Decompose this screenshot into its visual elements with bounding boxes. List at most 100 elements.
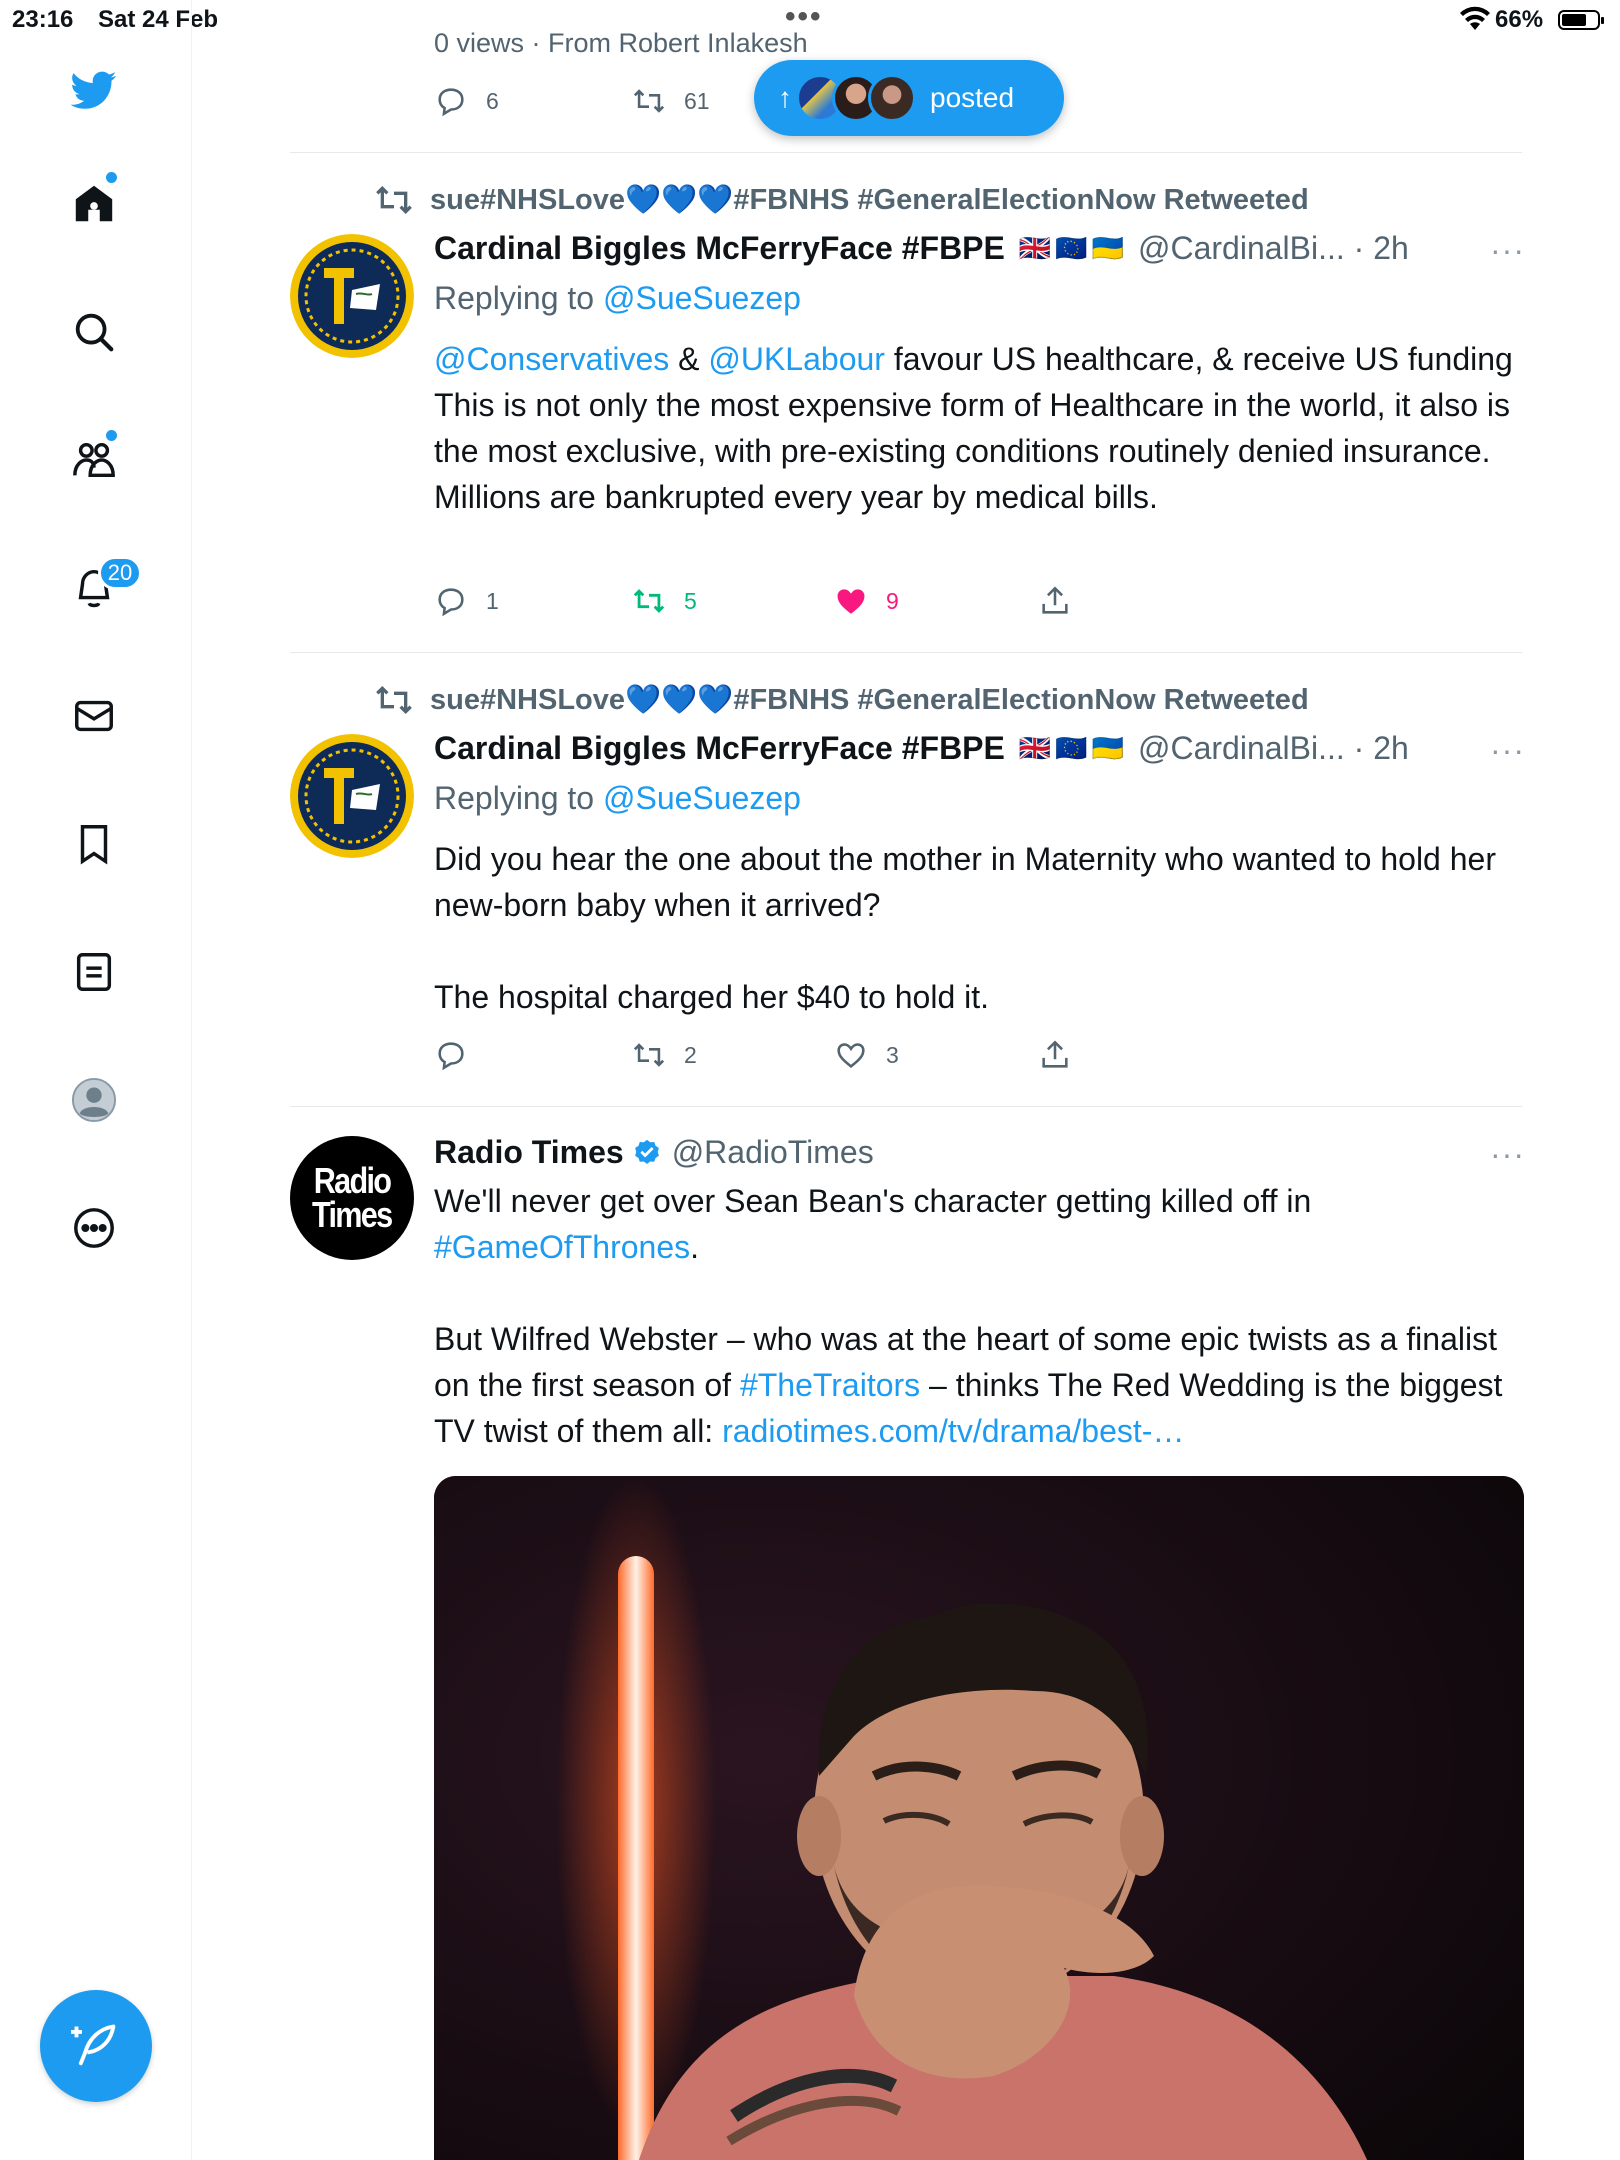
compose-icon [71, 2024, 116, 2066]
reply-icon [438, 588, 464, 617]
author-name[interactable]: Radio Times [434, 1134, 624, 1171]
author-handle[interactable]: @RadioTimes [672, 1134, 874, 1171]
profile-icon[interactable] [66, 1072, 122, 1128]
share-icon [1042, 1040, 1068, 1068]
avatar[interactable]: Radio Times [290, 1136, 414, 1260]
retweeted-by-text: sue#NHSLove💙💙💙#FBNHS #GeneralElectionNow… [430, 684, 1309, 716]
retweet-button[interactable]: 2 [632, 1038, 697, 1072]
author-name[interactable]: Cardinal Biggles McFerryFace #FBPE [434, 230, 1005, 267]
avatar-text: Radio [313, 1160, 392, 1201]
arrow-up-icon: ↑ [778, 82, 792, 113]
tweet-body: Did you hear the one about the mother in… [434, 836, 1524, 1020]
sidebar: 20 [0, 0, 192, 2160]
compose-button[interactable] [40, 1990, 152, 2102]
battery-percent: 66% [1495, 6, 1544, 33]
tweet-actions: 2 3 [434, 1038, 1074, 1078]
heart-icon [837, 1043, 865, 1068]
tweet-header: Radio Times @RadioTimes [434, 1134, 874, 1171]
notifications-badge: 20 [98, 556, 142, 590]
share-icon [1042, 586, 1068, 614]
article-link[interactable]: radiotimes.com/tv/drama/best-… [722, 1413, 1184, 1449]
tweet-header: Cardinal Biggles McFerryFace #FBPE 🇬🇧🇪🇺🇺… [434, 730, 1409, 767]
reply-icon [438, 88, 464, 117]
author-handle-time[interactable]: @CardinalBi... · 2h [1138, 730, 1409, 767]
tweet-divider [290, 1106, 1522, 1107]
author-handle-time[interactable]: @CardinalBi... · 2h [1138, 230, 1409, 267]
tweet-text: The hospital charged her $40 to hold it. [434, 979, 990, 1015]
replying-to: Replying to @SueSuezep [434, 280, 801, 317]
tweet-actions: 1 5 9 [434, 584, 1074, 624]
retweet-button[interactable]: 5 [632, 584, 697, 618]
avatar-text: Times [312, 1194, 393, 1235]
tweet-media-video[interactable] [434, 1476, 1524, 2160]
video-frame-image [434, 1476, 1524, 2160]
search-icon[interactable] [66, 304, 122, 360]
more-icon[interactable] [66, 1200, 122, 1256]
retweet-icon [633, 589, 665, 613]
tweet-text: & [669, 341, 709, 377]
reply-button[interactable]: 1 [434, 584, 499, 618]
retweet-icon [633, 1043, 665, 1067]
replying-prefix: Replying to [434, 780, 603, 816]
share-button[interactable] [1038, 584, 1090, 618]
like-count: 9 [886, 587, 899, 614]
tweet-divider [290, 152, 1522, 153]
author-flags: 🇬🇧🇪🇺🇺🇦 [1018, 733, 1128, 763]
retweet-icon [376, 185, 412, 215]
tweet-header: Cardinal Biggles McFerryFace #FBPE 🇬🇧🇪🇺🇺… [434, 230, 1409, 267]
more-options-icon[interactable]: ··· [1490, 232, 1525, 269]
retweeted-by-line: sue#NHSLove💙💙💙#FBNHS #GeneralElectionNow… [374, 680, 1309, 720]
wifi-icon [1460, 6, 1490, 30]
reply-count: 6 [486, 87, 499, 114]
tweet-body: We'll never get over Sean Bean's charact… [434, 1178, 1524, 1454]
more-options-icon[interactable]: ··· [1490, 732, 1525, 769]
tweet-text: This is not only the most expensive form… [434, 387, 1511, 515]
twitter-logo-icon[interactable] [66, 62, 122, 118]
more-options-icon[interactable]: ··· [1490, 1136, 1525, 1173]
retweet-icon [376, 685, 412, 715]
communities-unread-dot [106, 430, 117, 441]
retweet-count: 5 [684, 587, 697, 614]
replying-handle-link[interactable]: @SueSuezep [603, 280, 801, 316]
bookmarks-icon[interactable] [66, 816, 122, 872]
retweet-count: 61 [684, 87, 710, 114]
reply-button[interactable]: 6 [434, 84, 499, 118]
mention-link[interactable]: @Conservatives [434, 341, 669, 377]
status-bar: 23:16 Sat 24 Feb ••• 66% [0, 0, 1620, 40]
hashtag-link[interactable]: #TheTraitors [740, 1367, 920, 1403]
heart-filled-icon [837, 589, 865, 614]
mention-link[interactable]: @UKLabour [708, 341, 885, 377]
avatar[interactable] [290, 734, 414, 858]
lists-icon[interactable] [66, 944, 122, 1000]
tweet-body: @Conservatives & @UKLabour favour US hea… [434, 336, 1524, 520]
tweet-divider [290, 652, 1522, 653]
tweet-text: We'll never get over Sean Bean's charact… [434, 1183, 1312, 1219]
posted-notification-pill[interactable]: ↑ posted [754, 60, 1064, 136]
like-count: 3 [886, 1041, 899, 1068]
retweet-count: 2 [684, 1041, 697, 1068]
reply-button[interactable] [434, 1038, 486, 1072]
retweeted-by-line: sue#NHSLove💙💙💙#FBNHS #GeneralElectionNow… [374, 180, 1309, 220]
tweet-text: Did you hear the one about the mother in… [434, 841, 1496, 923]
like-button[interactable]: 9 [834, 584, 899, 618]
tweet-text: favour US healthcare, & receive US fundi… [884, 341, 1513, 377]
retweeted-by-text: sue#NHSLove💙💙💙#FBNHS #GeneralElectionNow… [430, 184, 1309, 216]
retweet-icon [633, 89, 665, 113]
avatar [868, 74, 916, 122]
messages-icon[interactable] [66, 688, 122, 744]
home-icon[interactable] [66, 176, 122, 232]
battery-icon [1558, 10, 1604, 30]
posted-label: posted [930, 82, 1015, 113]
home-unread-dot [106, 172, 117, 183]
share-button[interactable] [1038, 1038, 1090, 1072]
tweet-meta: 0 views · From Robert Inlakesh [434, 28, 808, 58]
hashtag-link[interactable]: #GameOfThrones [434, 1229, 690, 1265]
like-button[interactable]: 3 [834, 1038, 899, 1072]
replying-prefix: Replying to [434, 280, 603, 316]
avatar[interactable] [290, 234, 414, 358]
retweet-button[interactable]: 61 [632, 84, 710, 118]
author-flags: 🇬🇧🇪🇺🇺🇦 [1018, 233, 1128, 263]
replying-handle-link[interactable]: @SueSuezep [603, 780, 801, 816]
cardinal-avatar-icon [290, 734, 414, 858]
author-name[interactable]: Cardinal Biggles McFerryFace #FBPE [434, 730, 1005, 767]
